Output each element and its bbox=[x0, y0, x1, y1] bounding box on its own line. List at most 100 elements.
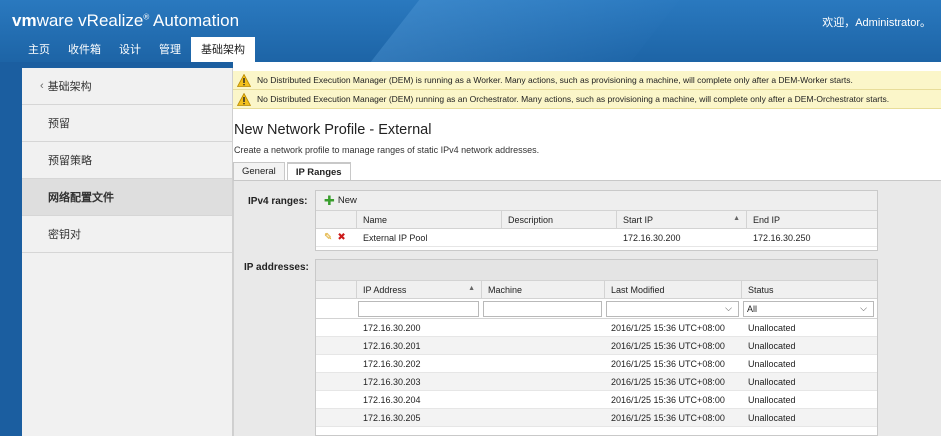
sidebar-item-label: 网络配置文件 bbox=[48, 192, 114, 204]
column-header-end-ip[interactable]: End IP bbox=[747, 211, 877, 228]
warning-icon bbox=[237, 73, 251, 87]
cell-status: Unallocated bbox=[748, 377, 796, 387]
cell-last-modified: 2016/1/25 15:36 UTC+08:00 bbox=[611, 377, 725, 387]
cell-status: Unallocated bbox=[748, 395, 796, 405]
ip-ranges-panel: IPv4 ranges: ✚ New Name Description Star… bbox=[233, 181, 941, 436]
edit-pencil-icon[interactable]: ✎ bbox=[324, 232, 332, 243]
last-modified-filter-select[interactable]: ⌵ bbox=[606, 300, 739, 317]
table-row[interactable]: 172.16.30.205 2016/1/25 15:36 UTC+08:00 … bbox=[316, 409, 877, 427]
table-row[interactable]: ✎ ✖ External IP Pool 172.16.30.200 172.1… bbox=[316, 229, 877, 247]
sidebar-item-label: 密钥对 bbox=[48, 229, 81, 241]
cell-ip-address: 172.16.30.200 bbox=[363, 323, 421, 333]
profile-tabs: General IP Ranges bbox=[233, 162, 353, 181]
table-row[interactable]: 172.16.30.202 2016/1/25 15:36 UTC+08:00 … bbox=[316, 355, 877, 373]
cell-end-ip: 172.16.30.250 bbox=[753, 233, 811, 243]
ip-grid-header: IP Address ▲ Machine Last Modified Statu… bbox=[316, 281, 877, 299]
sidebar-item-reservation-policies[interactable]: 预留策略 bbox=[22, 142, 232, 179]
column-header-last-modified[interactable]: Last Modified bbox=[605, 281, 742, 298]
cell-last-modified: 2016/1/25 15:36 UTC+08:00 bbox=[611, 359, 725, 369]
top-banner: vmware vRealize® Automation 欢迎，Administr… bbox=[0, 0, 941, 62]
sort-ascending-icon: ▲ bbox=[468, 285, 475, 292]
cell-status: Unallocated bbox=[748, 323, 796, 333]
ip-addresses-label: IP addresses: bbox=[244, 262, 309, 273]
cell-machine bbox=[482, 337, 605, 354]
nav-tab-infrastructure[interactable]: 基础架构 bbox=[191, 37, 255, 62]
sidebar-item-key-pairs[interactable]: 密钥对 bbox=[22, 216, 232, 253]
sidebar-item-network-profiles[interactable]: 网络配置文件 bbox=[22, 179, 232, 216]
ipv4-grid-header: Name Description Start IP ▲ End IP bbox=[316, 211, 877, 229]
user-greeting[interactable]: 欢迎，Administrator。 bbox=[822, 14, 931, 30]
chevron-down-icon: ⌵ bbox=[725, 303, 732, 313]
cell-last-modified: 2016/1/25 15:36 UTC+08:00 bbox=[611, 413, 725, 423]
status-filter-value: All bbox=[747, 303, 758, 314]
warning-icon bbox=[237, 92, 251, 106]
page-title: New Network Profile - External bbox=[234, 122, 432, 138]
table-row[interactable]: 172.16.30.203 2016/1/25 15:36 UTC+08:00 … bbox=[316, 373, 877, 391]
warning-banner-orchestrator: No Distributed Execution Manager (DEM) r… bbox=[233, 90, 941, 109]
sidebar-item-label: 预留策略 bbox=[48, 155, 92, 167]
chevron-left-icon: ‹ bbox=[40, 80, 44, 92]
sidebar-back-label: 基础架构 bbox=[47, 81, 92, 93]
column-header-spacer bbox=[316, 281, 357, 298]
logo-product: vRealize bbox=[73, 11, 144, 30]
warning-banner-worker: No Distributed Execution Manager (DEM) i… bbox=[233, 71, 941, 90]
cell-status: Unallocated bbox=[748, 359, 796, 369]
column-header-machine[interactable]: Machine bbox=[482, 281, 605, 298]
status-filter-select[interactable]: All ⌵ bbox=[743, 300, 874, 317]
row-actions: ✎ ✖ bbox=[316, 229, 357, 246]
cell-last-modified: 2016/1/25 15:36 UTC+08:00 bbox=[611, 395, 725, 405]
nav-tab-inbox[interactable]: 收件箱 bbox=[60, 41, 109, 62]
banner-decoration bbox=[370, 0, 680, 62]
delete-x-icon[interactable]: ✖ bbox=[337, 232, 345, 243]
sidebar: ‹ 基础架构 预留 预留策略 网络配置文件 密钥对 bbox=[22, 68, 233, 436]
cell-last-modified: 2016/1/25 15:36 UTC+08:00 bbox=[611, 323, 725, 333]
ipv4-ranges-grid: ✚ New Name Description Start IP ▲ End IP… bbox=[315, 190, 878, 251]
tab-general[interactable]: General bbox=[233, 162, 285, 181]
table-row[interactable]: 172.16.30.200 2016/1/25 15:36 UTC+08:00 … bbox=[316, 319, 877, 337]
cell-ip-address: 172.16.30.205 bbox=[363, 413, 421, 423]
cell-machine bbox=[482, 391, 605, 408]
nav-tab-home[interactable]: 主页 bbox=[20, 41, 58, 62]
ipv4-grid-toolbar: ✚ New bbox=[316, 191, 877, 211]
cell-status: Unallocated bbox=[748, 413, 796, 423]
cell-start-ip: 172.16.30.200 bbox=[623, 233, 681, 243]
column-header-description[interactable]: Description bbox=[502, 211, 617, 228]
warning-text: No Distributed Execution Manager (DEM) i… bbox=[257, 75, 853, 85]
cell-machine bbox=[482, 409, 605, 426]
logo-product-2: Automation bbox=[149, 11, 240, 30]
cell-ip-address: 172.16.30.201 bbox=[363, 341, 421, 351]
main-nav: 主页 收件箱 设计 管理 基础架构 bbox=[20, 37, 257, 62]
cell-machine bbox=[482, 355, 605, 372]
cell-status: Unallocated bbox=[748, 341, 796, 351]
cell-name: External IP Pool bbox=[363, 233, 428, 243]
logo-ware: ware bbox=[36, 11, 74, 30]
machine-filter-input[interactable] bbox=[483, 300, 602, 317]
ip-address-filter-input[interactable] bbox=[358, 300, 479, 317]
new-range-button[interactable]: ✚ New bbox=[324, 194, 357, 207]
column-header-start-ip[interactable]: Start IP ▲ bbox=[617, 211, 747, 228]
column-header-actions bbox=[316, 211, 357, 228]
table-row[interactable]: 172.16.30.201 2016/1/25 15:36 UTC+08:00 … bbox=[316, 337, 877, 355]
sidebar-back-link[interactable]: ‹ 基础架构 bbox=[22, 68, 232, 105]
tab-ip-ranges[interactable]: IP Ranges bbox=[286, 162, 351, 181]
cell-ip-address: 172.16.30.204 bbox=[363, 395, 421, 405]
cell-description bbox=[502, 229, 617, 246]
chevron-down-icon: ⌵ bbox=[860, 303, 867, 313]
cell-machine bbox=[482, 373, 605, 390]
column-header-ip-address[interactable]: IP Address ▲ bbox=[357, 281, 482, 298]
cell-ip-address: 172.16.30.203 bbox=[363, 377, 421, 387]
cell-machine bbox=[482, 319, 605, 336]
sidebar-item-label: 预留 bbox=[48, 118, 70, 130]
product-logo: vmware vRealize® Automation bbox=[12, 11, 239, 31]
column-header-status[interactable]: Status bbox=[742, 281, 877, 298]
sidebar-item-reservations[interactable]: 预留 bbox=[22, 105, 232, 142]
ip-addresses-grid: IP Address ▲ Machine Last Modified Statu… bbox=[315, 259, 878, 436]
logo-vm: vm bbox=[12, 11, 37, 30]
ip-grid-toolbar bbox=[316, 260, 877, 281]
table-row[interactable]: 172.16.30.204 2016/1/25 15:36 UTC+08:00 … bbox=[316, 391, 877, 409]
cell-last-modified: 2016/1/25 15:36 UTC+08:00 bbox=[611, 341, 725, 351]
filter-row: ⌵ All ⌵ bbox=[316, 299, 877, 319]
nav-tab-administration[interactable]: 管理 bbox=[151, 41, 189, 62]
column-header-name[interactable]: Name bbox=[357, 211, 502, 228]
nav-tab-design[interactable]: 设计 bbox=[111, 41, 149, 62]
